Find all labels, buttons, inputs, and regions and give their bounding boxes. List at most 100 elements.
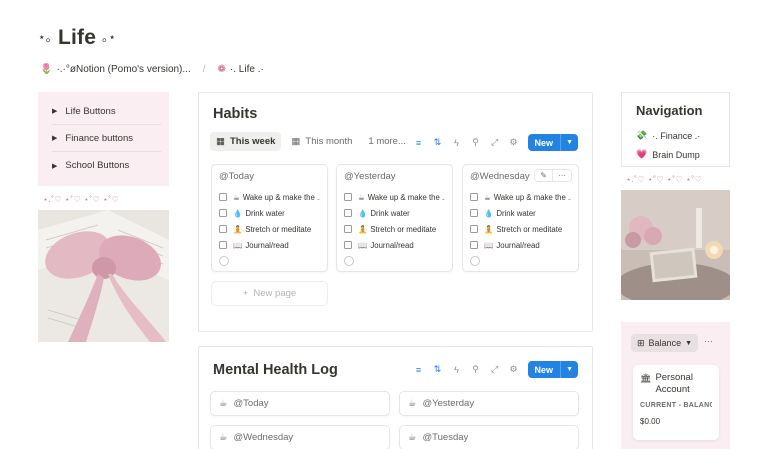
habit-item: ☕ Wake up & make the ... [344, 189, 445, 205]
flower-icon: ❁ [217, 64, 226, 75]
chevron-down-icon[interactable]: ▼ [560, 361, 578, 378]
toggle-finance-buttons[interactable]: ▶ Finance buttons [52, 125, 161, 152]
checkbox[interactable] [344, 209, 352, 217]
book-icon: 📖 [484, 240, 494, 250]
tab-balance[interactable]: ⊞ Balance ▼ [631, 334, 699, 352]
edit-icon[interactable]: ✎ [535, 170, 552, 181]
checkbox[interactable] [470, 225, 478, 233]
toggle-label: Life Buttons [65, 105, 116, 117]
new-page-button[interactable]: + New page [211, 281, 328, 306]
meditation-icon: 🧘 [358, 224, 368, 234]
title-ornament-left: ⋆｡ [38, 30, 52, 44]
triangle-right-icon[interactable]: ▶ [52, 162, 57, 170]
account-title: 🏛 Personal Account [640, 372, 712, 396]
mental-health-toolbar: ≡ ⇅ ϟ ⚲ ⤢ ⚙ New ▼ [414, 361, 578, 378]
balance-panel: ⊞ Balance ▼ ··· 🏛 Personal Account CURRE… [621, 322, 730, 449]
progress-ring-icon [344, 256, 354, 266]
sort-icon[interactable]: ⇅ [433, 364, 443, 375]
card-date: @Yesterday [344, 171, 396, 182]
habit-label: Drink water [370, 208, 410, 218]
water-drop-icon: 💧 [233, 208, 243, 218]
automation-icon[interactable]: ϟ [452, 365, 462, 375]
hearts-divider-right: ⋆.˚♡ ⋆˚♡ ⋆˚♡ ⋆˚♡ [626, 175, 703, 184]
nav-label: ·. Finance .· [652, 130, 701, 141]
new-button-label: New [534, 137, 554, 148]
progress-ring-icon [219, 256, 229, 266]
mental-health-new-button[interactable]: New ▼ [527, 361, 578, 378]
habit-item: ☕ Wake up & make the ... [470, 189, 571, 205]
money-icon: 💸 [636, 130, 648, 140]
tab-label: Balance [648, 338, 682, 348]
tab-this-month[interactable]: ▦ This month [285, 132, 358, 151]
checkbox[interactable] [344, 241, 352, 249]
new-button-label: New [534, 364, 554, 375]
habit-item: 📖 Journal/read [470, 237, 571, 253]
search-icon[interactable]: ⚲ [471, 364, 481, 375]
habit-card-wednesday[interactable]: @Wednesday ✎ ··· ☕ Wake up & make the ...… [462, 164, 579, 272]
nav-link-brain-dump[interactable]: 💗 Brain Dump [636, 145, 729, 164]
checkbox[interactable] [219, 193, 227, 201]
checkbox[interactable] [219, 241, 227, 249]
water-drop-icon: 💧 [484, 208, 494, 218]
sort-icon[interactable]: ⇅ [433, 137, 443, 148]
breadcrumb: 🌷 ·.·°øNotion (Pomo's version)... / ❁ ·.… [40, 64, 264, 75]
calendar-icon: ▦ [291, 136, 301, 147]
card-hover-actions: ✎ ··· [534, 169, 572, 182]
checkbox[interactable] [219, 225, 227, 233]
checkbox[interactable] [219, 209, 227, 217]
coffee-icon: ☕ [408, 398, 417, 409]
nav-link-finance[interactable]: 💸 ·. Finance .· [636, 126, 729, 145]
toggle-school-buttons[interactable]: ▶ School Buttons [52, 152, 161, 179]
checkbox[interactable] [470, 209, 478, 217]
habits-new-button[interactable]: New ▼ [527, 134, 578, 151]
expand-icon[interactable]: ⤢ [490, 364, 500, 375]
habit-item: ☕ Wake up & make the ... [219, 189, 320, 205]
expand-icon[interactable]: ⤢ [490, 137, 500, 148]
more-icon[interactable]: ··· [552, 170, 571, 181]
filter-icon[interactable]: ≡ [414, 365, 424, 375]
habit-label: Wake up & make the ... [493, 192, 571, 202]
triangle-right-icon[interactable]: ▶ [52, 134, 57, 142]
log-card-tuesday[interactable]: ☕ @Tuesday [399, 425, 579, 449]
log-card-yesterday[interactable]: ☕ @Yesterday [399, 391, 579, 416]
chevron-down-icon[interactable]: ▼ [560, 134, 578, 151]
log-card-today[interactable]: ☕ @Today [210, 391, 390, 416]
new-page-label: New page [253, 288, 297, 299]
habit-card-today[interactable]: @Today ☕ Wake up & make the ... 💧 Drink wa… [211, 164, 328, 272]
tab-this-week[interactable]: ▦ This week [210, 132, 282, 151]
habits-toolbar: ≡ ⇅ ϟ ⚲ ⤢ ⚙ New ▼ [414, 134, 578, 151]
bow-book-photo [38, 210, 169, 342]
checkbox[interactable] [344, 225, 352, 233]
breadcrumb-item-life[interactable]: ❁ ·. Life .· [218, 64, 264, 75]
habit-card-yesterday[interactable]: @Yesterday ☕ Wake up & make the ... 💧 Drin… [336, 164, 453, 272]
more-views-button[interactable]: 1 more... [362, 132, 412, 151]
habit-item: 📖 Journal/read [219, 237, 320, 253]
log-date: @Yesterday [422, 398, 475, 409]
navigation-title: Navigation [636, 103, 703, 118]
nav-label: Brain Dump [652, 149, 700, 160]
account-card[interactable]: 🏛 Personal Account CURRENT - BALANCE $0.… [633, 365, 719, 440]
book-icon: 📖 [358, 240, 368, 250]
checkbox[interactable] [344, 193, 352, 201]
book-icon: 📖 [233, 240, 243, 250]
breadcrumb-label: ·. Life .· [229, 64, 264, 75]
page-title-text: Life [57, 26, 97, 49]
search-icon[interactable]: ⚲ [471, 137, 481, 148]
balance-value: $0.00 [640, 417, 661, 426]
automation-icon[interactable]: ϟ [452, 138, 462, 148]
settings-icon[interactable]: ⚙ [509, 137, 519, 148]
toggle-life-buttons[interactable]: ▶ Life Buttons [52, 98, 161, 125]
breadcrumb-item-notion[interactable]: 🌷 ·.·°øNotion (Pomo's version)... [40, 64, 191, 75]
settings-icon[interactable]: ⚙ [509, 364, 519, 375]
checkbox[interactable] [470, 241, 478, 249]
habit-label: Drink water [496, 208, 536, 218]
triangle-right-icon[interactable]: ▶ [52, 107, 57, 115]
more-icon[interactable]: ··· [704, 336, 713, 346]
log-card-wednesday[interactable]: ☕ @Wednesday [210, 425, 390, 449]
checkbox[interactable] [470, 193, 478, 201]
habit-label: Wake up & make the ... [367, 192, 445, 202]
meditation-icon: 🧘 [233, 224, 243, 234]
habit-label: Stretch or meditate [370, 224, 437, 234]
filter-icon[interactable]: ≡ [414, 138, 424, 148]
log-date: @Wednesday [233, 432, 294, 443]
